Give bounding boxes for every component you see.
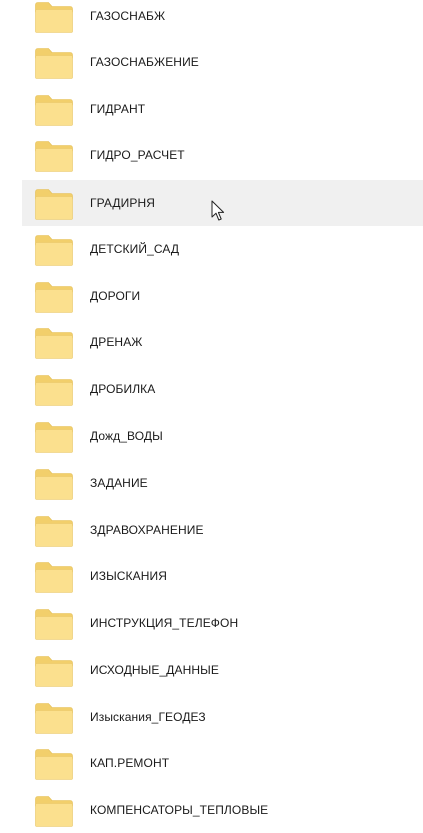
- folder-name: ДЕТСКИЙ_САД: [90, 242, 180, 256]
- folder-row[interactable]: КАП.РЕМОНТ: [22, 740, 423, 786]
- folder-row[interactable]: ДЕТСКИЙ_САД: [22, 226, 423, 272]
- folder-row[interactable]: ДРОБИЛКА: [22, 366, 423, 412]
- folder-name: ГРАДИРНЯ: [90, 196, 155, 210]
- folder-name: Изыскания_ГЕОДЕЗ: [90, 710, 206, 724]
- folder-icon: [35, 749, 73, 780]
- folder-row[interactable]: ГАЗОСНАБЖЕНИЕ: [22, 39, 423, 85]
- folder-row[interactable]: Дожд_ВОДЫ: [22, 413, 423, 459]
- folder-name: ИНСТРУКЦИЯ_ТЕЛЕФОН: [90, 616, 239, 630]
- folder-row[interactable]: КОМПЕНСАТОРЫ_ТЕПЛОВЫЕ: [22, 787, 423, 833]
- folder-icon: [35, 796, 73, 827]
- folder-icon: [35, 95, 73, 126]
- folder-icon: [35, 422, 73, 453]
- folder-row[interactable]: ДОРОГИ: [22, 273, 423, 319]
- folder-row[interactable]: ЗДРАВОХРАНЕНИЕ: [22, 507, 423, 553]
- folder-row[interactable]: ГИДРАНТ: [22, 86, 423, 132]
- folder-icon: [35, 328, 73, 359]
- folder-icon: [35, 2, 73, 33]
- folder-name: ГАЗОСНАБЖЕНИЕ: [90, 55, 199, 69]
- folder-icon: [35, 282, 73, 313]
- folder-row[interactable]: ДРЕНАЖ: [22, 319, 423, 365]
- folder-row[interactable]: Изыскания_ГЕОДЕЗ: [22, 694, 423, 740]
- folder-name: ЗАДАНИЕ: [90, 476, 148, 490]
- folder-name: КОМПЕНСАТОРЫ_ТЕПЛОВЫЕ: [90, 803, 269, 817]
- folder-row[interactable]: ГИДРО_РАСЧЕТ: [22, 132, 423, 178]
- folder-icon: [35, 189, 73, 220]
- folder-icon: [35, 469, 73, 500]
- folder-row[interactable]: ЗАДАНИЕ: [22, 460, 423, 506]
- folder-icon: [35, 141, 73, 172]
- folder-icon: [35, 562, 73, 593]
- folder-name: ИСХОДНЫЕ_ДАННЫЕ: [90, 663, 219, 677]
- folder-name: Дожд_ВОДЫ: [90, 429, 163, 443]
- folder-row[interactable]: ИЗЫСКАНИЯ: [22, 553, 423, 599]
- folder-name: ГИДРО_РАСЧЕТ: [90, 148, 185, 162]
- folder-name: ЗДРАВОХРАНЕНИЕ: [90, 523, 204, 537]
- folder-icon: [35, 703, 73, 734]
- folder-name: ГАЗОСНАБЖ: [90, 9, 166, 23]
- folder-list: ГАЗОСНАБЖ ГАЗОСНАБЖЕНИЕ ГИДРАНТ ГИДРО_РА…: [0, 0, 423, 831]
- folder-icon: [35, 609, 73, 640]
- folder-row[interactable]: ГАЗОСНАБЖ: [22, 0, 423, 39]
- folder-name: ДРЕНАЖ: [90, 335, 143, 349]
- folder-row[interactable]: ИСХОДНЫЕ_ДАННЫЕ: [22, 647, 423, 693]
- folder-name: ДРОБИЛКА: [90, 382, 156, 396]
- folder-row-hovered[interactable]: ГРАДИРНЯ: [22, 180, 423, 226]
- folder-icon: [35, 516, 73, 547]
- folder-icon: [35, 375, 73, 406]
- folder-name: ИЗЫСКАНИЯ: [90, 569, 168, 583]
- folder-icon: [35, 656, 73, 687]
- folder-icon: [35, 235, 73, 266]
- folder-icon: [35, 48, 73, 79]
- folder-row[interactable]: ИНСТРУКЦИЯ_ТЕЛЕФОН: [22, 600, 423, 646]
- folder-name: ГИДРАНТ: [90, 102, 146, 116]
- folder-name: КАП.РЕМОНТ: [90, 756, 170, 770]
- folder-name: ДОРОГИ: [90, 289, 141, 303]
